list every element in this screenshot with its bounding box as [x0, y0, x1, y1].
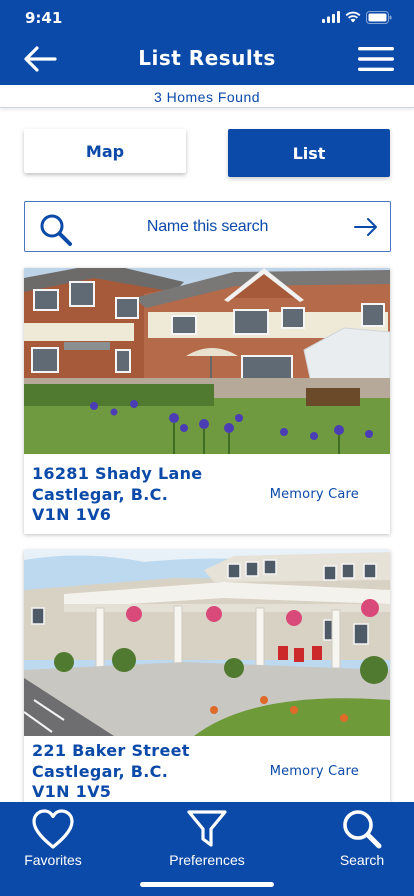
home-indicator[interactable]	[140, 882, 274, 887]
listing-care-type: Memory Care	[269, 764, 359, 779]
listing-city: Castlegar, B.C.	[32, 484, 169, 504]
listing-photo	[24, 550, 390, 736]
wifi-icon	[345, 11, 361, 23]
tab-favorites-label: Favorites	[24, 852, 82, 868]
status-icons	[322, 10, 392, 24]
listing-postal-code: V1N 1V6	[32, 505, 112, 524]
arrow-right-icon	[354, 218, 377, 236]
battery-icon	[366, 10, 392, 24]
listing-city: Castlegar, B.C.	[32, 761, 169, 781]
filter-funnel-icon	[187, 810, 227, 847]
status-time: 9:41	[25, 9, 63, 27]
tab-search[interactable]: Search	[334, 808, 390, 868]
tab-favorites[interactable]: Favorites	[20, 808, 86, 868]
signal-icon	[322, 11, 340, 23]
listing-street: 16281 Shady Lane	[32, 464, 203, 483]
page-title: List Results	[138, 46, 276, 70]
tab-preferences[interactable]: Preferences	[160, 808, 254, 868]
hamburger-menu-icon	[358, 47, 394, 71]
listing-photo	[24, 268, 390, 454]
listing-card[interactable]: 16281 Shady Lane Castlegar, B.C. V1N 1V6…	[24, 268, 390, 534]
listing-care-type: Memory Care	[269, 487, 359, 502]
menu-button[interactable]	[358, 46, 394, 72]
listing-address: 221 Baker Street Castlegar, B.C. V1N 1V5	[32, 741, 190, 803]
heart-icon	[32, 809, 74, 849]
listing-address: 16281 Shady Lane Castlegar, B.C. V1N 1V6	[32, 464, 202, 526]
listing-street: 221 Baker Street	[32, 741, 190, 760]
tab-search-label: Search	[339, 852, 385, 868]
search-icon	[343, 810, 382, 849]
tab-preferences-label: Preferences	[169, 852, 245, 868]
app-header: 9:41 List Results	[0, 0, 414, 85]
listing-postal-code: V1N 1V5	[32, 782, 112, 801]
name-search-button[interactable]: Name this search	[24, 201, 391, 252]
name-search-label: Name this search	[146, 217, 269, 235]
listing-card[interactable]: 221 Baker Street Castlegar, B.C. V1N 1V5…	[24, 550, 390, 806]
results-count: 3 Homes Found	[0, 85, 414, 108]
list-view-button[interactable]: List	[228, 129, 390, 177]
map-view-button[interactable]: Map	[24, 129, 186, 173]
